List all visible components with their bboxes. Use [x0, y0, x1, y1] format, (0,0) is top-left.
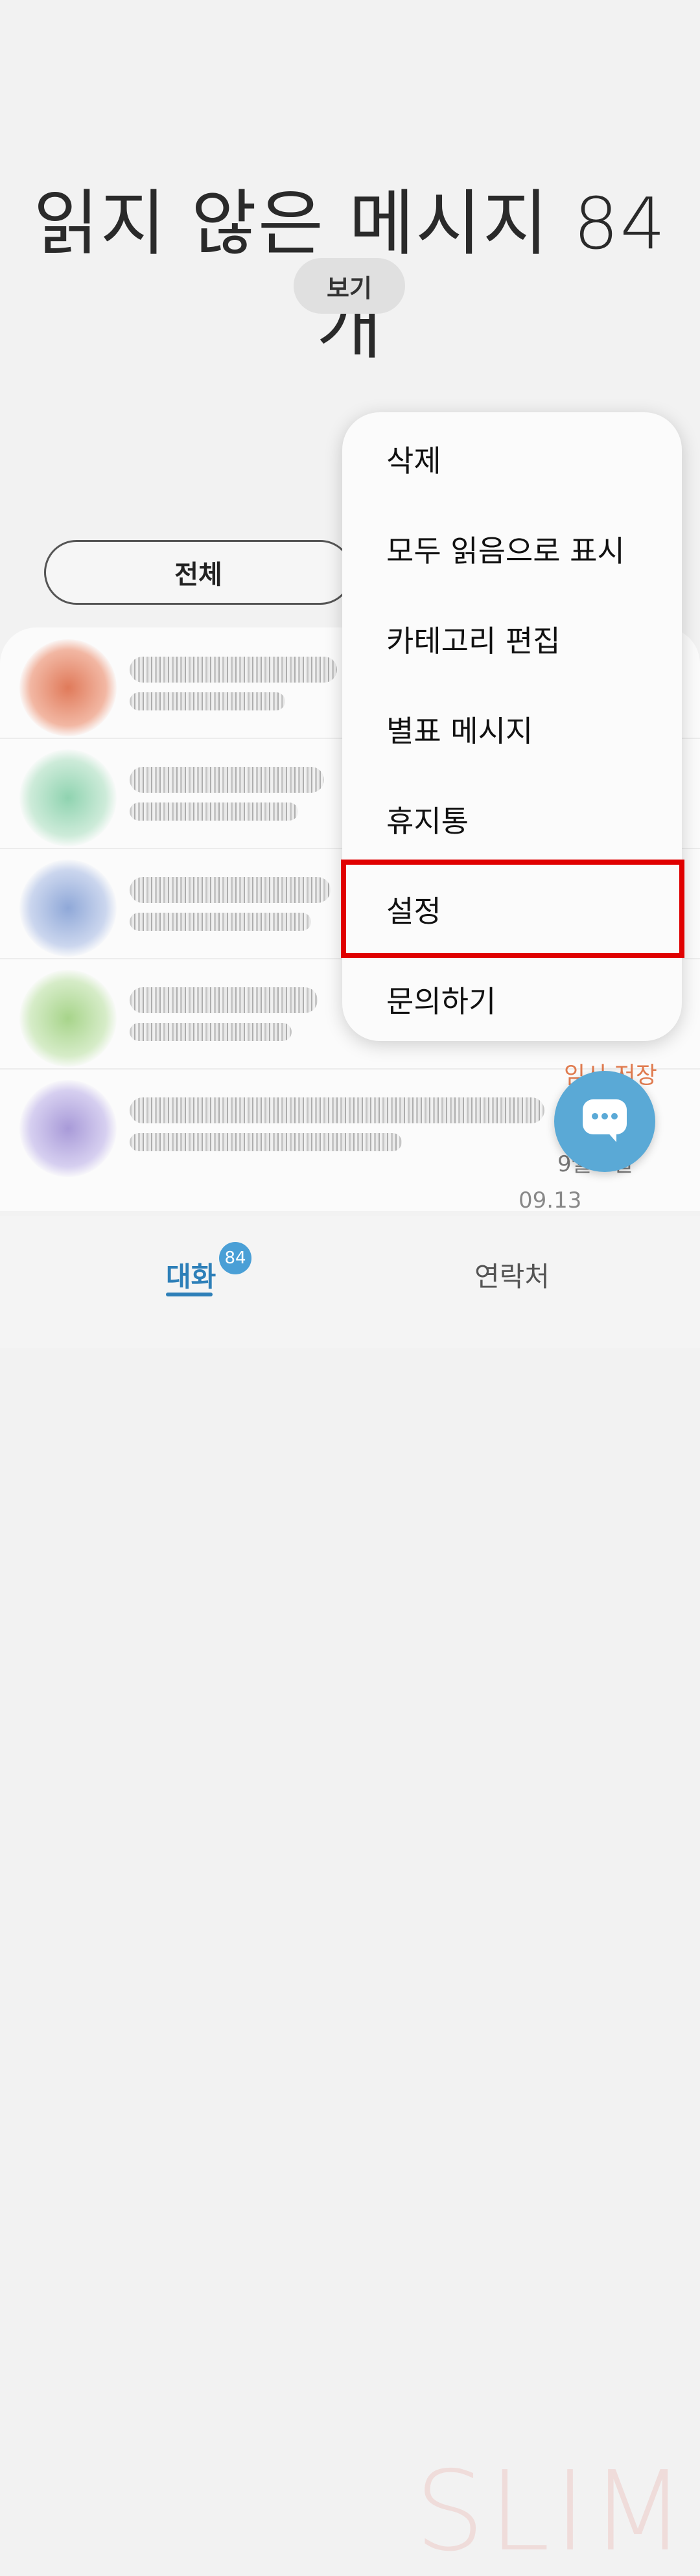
settings-highlight-box [341, 860, 684, 958]
blurred-name [130, 657, 337, 683]
tab-contacts[interactable]: 연락처 [474, 1255, 550, 1294]
blurred-preview [130, 692, 285, 710]
filter-chip-all[interactable]: 전체 [44, 540, 353, 605]
unread-badge: 84 [219, 1242, 251, 1274]
watermark: SLIM [415, 2448, 690, 2576]
blurred-name [130, 767, 324, 793]
active-tab-indicator [166, 1293, 213, 1296]
menu-item-edit-categories[interactable]: 카테고리 편집 [342, 594, 682, 684]
avatar [19, 860, 117, 957]
blurred-name [130, 1097, 544, 1123]
menu-item-contact-us[interactable]: 문의하기 [342, 954, 682, 1044]
menu-item-delete[interactable]: 삭제 [342, 414, 682, 504]
chat-bubble-icon [583, 1099, 627, 1134]
blurred-preview [130, 913, 311, 931]
tab-conversations[interactable]: 대화 [166, 1255, 216, 1294]
blurred-name [130, 987, 318, 1013]
bottom-navigation: SLIM 대화 84 연락처 [0, 1216, 700, 2576]
menu-item-trash[interactable]: 휴지통 [342, 774, 682, 864]
view-button[interactable]: 보기 [294, 258, 405, 314]
menu-item-starred-messages[interactable]: 별표 메시지 [342, 684, 682, 774]
blurred-preview [130, 1133, 402, 1151]
avatar [19, 639, 117, 736]
blurred-preview [130, 802, 298, 821]
time-label: 09.13 [519, 1188, 582, 1213]
menu-item-mark-all-read[interactable]: 모두 읽음으로 표시 [342, 504, 682, 594]
blurred-name [130, 877, 331, 903]
blurred-preview [130, 1023, 292, 1041]
avatar [19, 1080, 117, 1177]
avatar [19, 970, 117, 1067]
compose-button[interactable] [554, 1071, 655, 1172]
avatar [19, 749, 117, 847]
